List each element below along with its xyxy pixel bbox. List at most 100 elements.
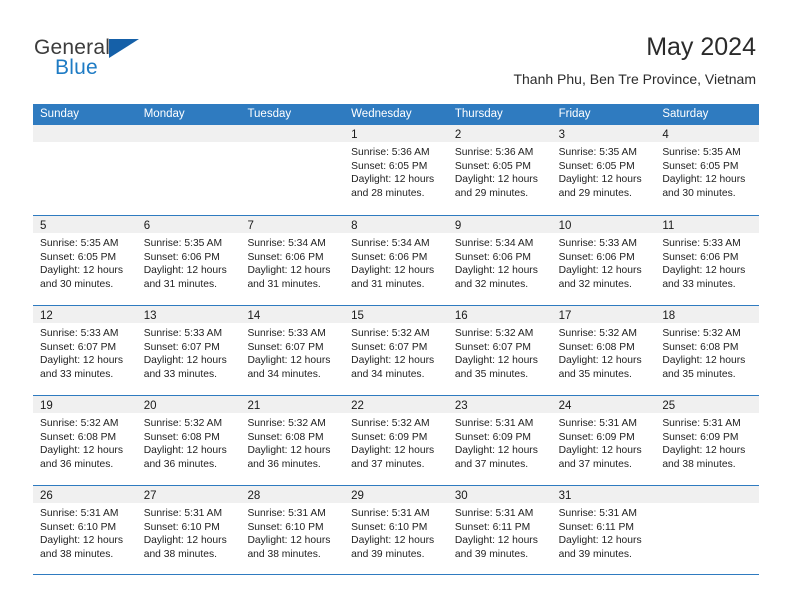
sunset-text: Sunset: 6:10 PM [351, 521, 428, 533]
day-cell[interactable]: 6 Sunrise: 5:35 AM Sunset: 6:06 PM Daylight… [136, 216, 241, 305]
day-cell[interactable]: 15 Sunrise: 5:32 AM Sunset: 6:07 PM Dayligh… [344, 306, 448, 395]
day-cell[interactable]: 31 Sunrise: 5:31 AM Sunset: 6:11 PM Dayligh… [551, 486, 656, 574]
day-cell[interactable]: 2 Sunrise: 5:36 AM Sunset: 6:05 PM Daylight… [447, 125, 552, 215]
sunset-text: Sunset: 6:05 PM [662, 160, 739, 172]
sunrise-text: Sunrise: 5:35 AM [558, 147, 638, 158]
day-cell[interactable]: 3 Sunrise: 5:35 AM Sunset: 6:05 PM Daylight… [551, 125, 656, 215]
daylight-text-line1: Daylight: 12 hours [351, 535, 435, 546]
sunrise-text: Sunrise: 5:35 AM [662, 147, 741, 158]
day-cell[interactable]: 26 Sunrise: 5:31 AM Sunset: 6:10 PM Dayligh… [33, 486, 137, 574]
weekday-header-thursday: Thursday [454, 108, 503, 120]
day-cell[interactable]: 4 Sunrise: 5:35 AM Sunset: 6:05 PM Daylight… [655, 125, 760, 215]
day-number-strip: 23 [447, 396, 552, 413]
daylight-text-line2: and 33 minutes. [40, 368, 114, 380]
sunrise-text: Sunrise: 5:31 AM [454, 508, 534, 519]
day-cell[interactable]: 10 Sunrise: 5:33 AM Sunset: 6:06 PM Dayligh… [551, 216, 656, 305]
week-row: 5 Sunrise: 5:35 AM Sunset: 6:05 PM Daylight… [33, 215, 760, 305]
day-number-strip: 21 [240, 396, 345, 413]
week-row: 19 Sunrise: 5:32 AM Sunset: 6:08 PM Dayligh… [33, 395, 760, 485]
day-details: Sunrise: 5:32 AM Sunset: 6:09 PM Daylight:… [344, 413, 448, 471]
day-number-strip: 26 [33, 486, 137, 503]
daylight-text-line2: and 38 minutes. [143, 548, 217, 560]
day-number: 3 [558, 129, 565, 141]
sunrise-text: Sunrise: 5:34 AM [454, 238, 534, 249]
weekday-header-sunday: Sunday [40, 108, 80, 120]
day-cell[interactable]: 30 Sunrise: 5:31 AM Sunset: 6:11 PM Dayligh… [447, 486, 552, 574]
daylight-text-line2: and 34 minutes. [351, 368, 425, 380]
daylight-text-line1: Daylight: 12 hours [143, 535, 227, 546]
day-cell[interactable]: 23 Sunrise: 5:31 AM Sunset: 6:09 PM Dayligh… [447, 396, 552, 485]
day-cell[interactable]: 29 Sunrise: 5:31 AM Sunset: 6:10 PM Dayligh… [344, 486, 448, 574]
day-cell[interactable]: 25 Sunrise: 5:31 AM Sunset: 6:09 PM Dayligh… [655, 396, 760, 485]
day-details: Sunrise: 5:32 AM Sunset: 6:08 PM Daylight:… [655, 323, 759, 381]
daylight-text-line2: and 37 minutes. [454, 458, 529, 470]
day-details: Sunrise: 5:35 AM Sunset: 6:05 PM Daylight:… [552, 142, 656, 200]
day-cell[interactable]: 27 Sunrise: 5:31 AM Sunset: 6:10 PM Dayligh… [136, 486, 241, 574]
day-cell[interactable]: 5 Sunrise: 5:35 AM Sunset: 6:05 PM Daylight… [33, 216, 137, 305]
daylight-text-line2: and 38 minutes. [40, 548, 114, 560]
day-details: Sunrise: 5:34 AM Sunset: 6:06 PM Daylight:… [240, 233, 344, 291]
page-header: General Blue May 2024 Thanh Phu, Ben Tre… [0, 0, 792, 100]
day-cell[interactable]: 13 Sunrise: 5:33 AM Sunset: 6:07 PM Dayligh… [136, 306, 241, 395]
day-number-strip: 19 [33, 396, 137, 413]
day-cell[interactable]: 24 Sunrise: 5:31 AM Sunset: 6:09 PM Dayligh… [551, 396, 656, 485]
day-number-strip: 17 [551, 306, 656, 323]
day-number: 24 [558, 400, 572, 412]
day-details: Sunrise: 5:31 AM Sunset: 6:11 PM Daylight:… [552, 503, 656, 561]
day-number-strip: 14 [240, 306, 345, 323]
day-details: Sunrise: 5:31 AM Sunset: 6:11 PM Daylight:… [448, 503, 552, 561]
day-number-strip: 5 [33, 216, 137, 233]
daylight-text-line2: and 38 minutes. [662, 458, 736, 470]
day-number: 18 [662, 310, 676, 322]
day-number: 26 [40, 490, 53, 502]
day-number-strip: 29 [344, 486, 448, 503]
day-cell[interactable]: 21 Sunrise: 5:32 AM Sunset: 6:08 PM Dayligh… [240, 396, 345, 485]
daylight-text-line1: Daylight: 12 hours [247, 265, 331, 276]
day-details: Sunrise: 5:31 AM Sunset: 6:10 PM Daylight:… [137, 503, 241, 561]
day-cell[interactable]: 17 Sunrise: 5:32 AM Sunset: 6:08 PM Dayligh… [551, 306, 656, 395]
daylight-text-line1: Daylight: 12 hours [247, 445, 331, 456]
daylight-text-line1: Daylight: 12 hours [558, 445, 642, 456]
day-number-strip: 10 [551, 216, 656, 233]
sunset-text: Sunset: 6:08 PM [247, 431, 324, 443]
day-cell[interactable]: 19 Sunrise: 5:32 AM Sunset: 6:08 PM Dayligh… [33, 396, 137, 485]
daylight-text-line1: Daylight: 12 hours [662, 355, 746, 366]
day-number: 29 [351, 490, 364, 502]
day-number-strip: 30 [447, 486, 552, 503]
sunset-text: Sunset: 6:06 PM [143, 251, 220, 263]
day-cell[interactable]: 9 Sunrise: 5:34 AM Sunset: 6:06 PM Daylight… [447, 216, 552, 305]
daylight-text-line1: Daylight: 12 hours [143, 265, 227, 276]
day-cell[interactable]: 14 Sunrise: 5:33 AM Sunset: 6:07 PM Dayligh… [240, 306, 345, 395]
daylight-text-line2: and 29 minutes. [558, 187, 632, 199]
brand-logo[interactable]: General Blue [34, 36, 254, 86]
day-cell[interactable]: 28 Sunrise: 5:31 AM Sunset: 6:10 PM Dayligh… [240, 486, 345, 574]
day-cell[interactable]: 20 Sunrise: 5:32 AM Sunset: 6:08 PM Dayligh… [136, 396, 241, 485]
day-cell[interactable]: 7 Sunrise: 5:34 AM Sunset: 6:06 PM Daylight… [240, 216, 345, 305]
day-cell[interactable]: 22 Sunrise: 5:32 AM Sunset: 6:09 PM Dayligh… [344, 396, 448, 485]
day-cell[interactable]: 11 Sunrise: 5:33 AM Sunset: 6:06 PM Dayligh… [655, 216, 760, 305]
day-details: Sunrise: 5:34 AM Sunset: 6:06 PM Daylight:… [344, 233, 448, 291]
daylight-text-line1: Daylight: 12 hours [143, 445, 227, 456]
page-subtitle: Thanh Phu, Ben Tre Province, Vietnam [513, 71, 756, 87]
daylight-text-line2: and 36 minutes. [143, 458, 217, 470]
day-number: 31 [558, 490, 572, 502]
daylight-text-line2: and 28 minutes. [351, 187, 425, 199]
daylight-text-line2: and 39 minutes. [351, 548, 425, 560]
day-cell[interactable]: 8 Sunrise: 5:34 AM Sunset: 6:06 PM Daylight… [344, 216, 448, 305]
daylight-text-line1: Daylight: 12 hours [558, 265, 642, 276]
daylight-text-line1: Daylight: 12 hours [40, 535, 123, 546]
weekday-header-monday: Monday [143, 108, 185, 120]
daylight-text-line2: and 30 minutes. [662, 187, 736, 199]
day-cell[interactable]: 12 Sunrise: 5:33 AM Sunset: 6:07 PM Dayligh… [33, 306, 137, 395]
daylight-text-line2: and 35 minutes. [662, 368, 736, 380]
day-number: 8 [351, 220, 358, 232]
day-number: 9 [454, 220, 462, 232]
day-cell[interactable]: 16 Sunrise: 5:32 AM Sunset: 6:07 PM Dayligh… [447, 306, 552, 395]
sunset-text: Sunset: 6:10 PM [40, 521, 117, 533]
title-block: May 2024 Thanh Phu, Ben Tre Province, Vi… [513, 32, 756, 88]
day-cell[interactable]: 1 Sunrise: 5:36 AM Sunset: 6:05 PM Daylight… [344, 125, 448, 215]
day-number: 30 [454, 490, 468, 502]
day-cell[interactable]: 18 Sunrise: 5:32 AM Sunset: 6:08 PM Dayligh… [655, 306, 760, 395]
daylight-text-line1: Daylight: 12 hours [662, 174, 746, 185]
day-details: Sunrise: 5:35 AM Sunset: 6:06 PM Daylight:… [137, 233, 241, 291]
